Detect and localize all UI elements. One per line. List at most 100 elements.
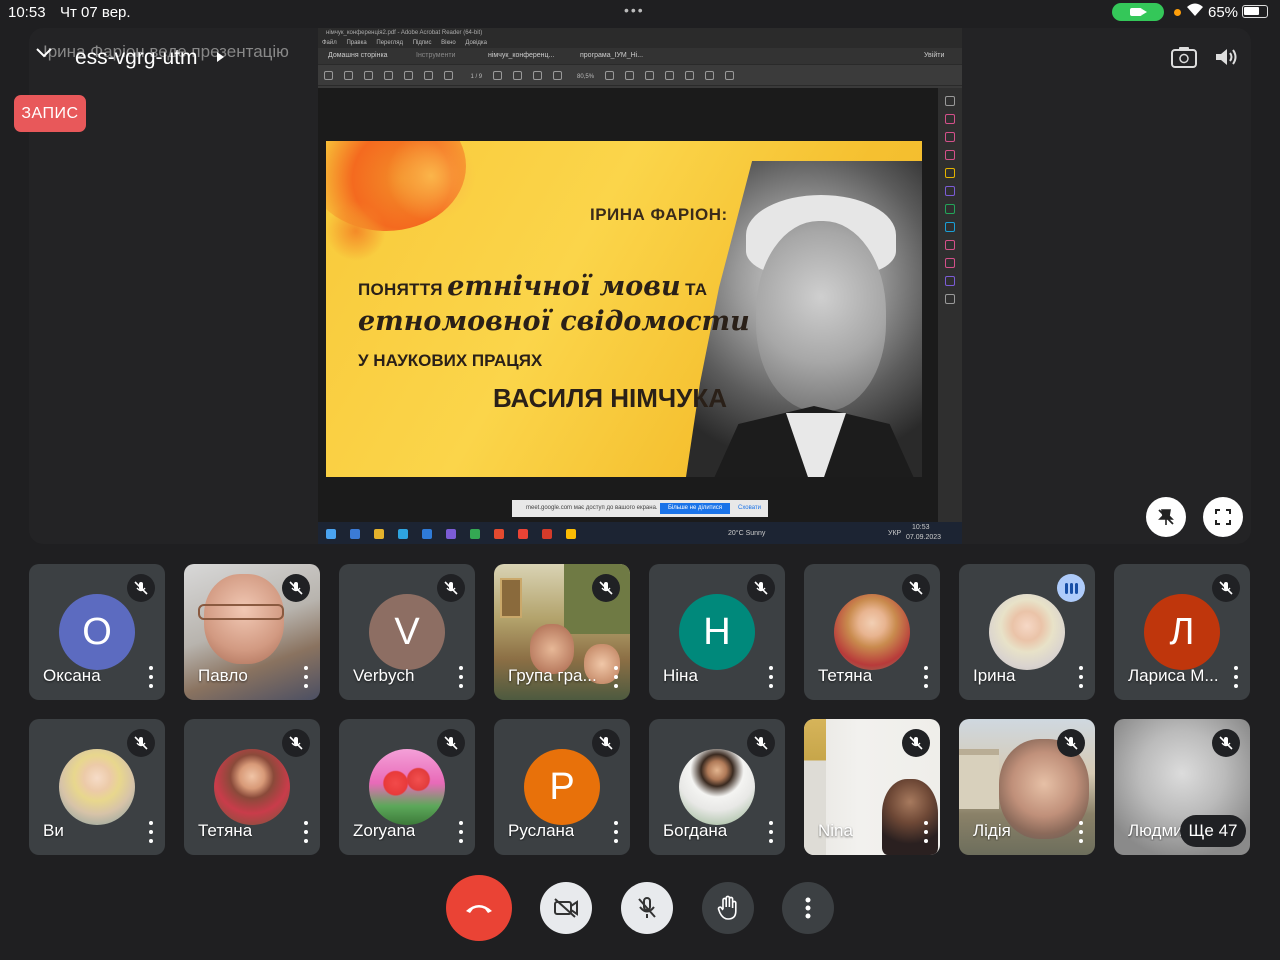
tab-home: Домашня сторінка bbox=[328, 52, 388, 59]
mic-off-icon bbox=[902, 729, 930, 757]
participant-tile[interactable]: Н Ніна bbox=[649, 564, 785, 700]
avatar: О bbox=[59, 594, 135, 670]
mic-off-icon bbox=[592, 574, 620, 602]
participant-tile[interactable]: V Verbych bbox=[339, 564, 475, 700]
participant-tile[interactable]: Nina bbox=[804, 719, 940, 855]
chevron-down-icon[interactable] bbox=[35, 46, 53, 64]
more-options-icon[interactable] bbox=[1232, 666, 1240, 688]
acrobat-tab-bar: Домашня сторінка Інструменти німчук_конф… bbox=[318, 48, 962, 64]
speaker-icon[interactable] bbox=[1213, 46, 1239, 74]
more-options-icon[interactable] bbox=[457, 666, 465, 688]
participant-tile[interactable]: Тетяна bbox=[184, 719, 320, 855]
slide-line-4: ВАСИЛЯ НІМЧУКА bbox=[493, 383, 727, 413]
participant-tile[interactable]: Тетяна bbox=[804, 564, 940, 700]
more-options-button[interactable] bbox=[782, 882, 834, 934]
more-options-icon[interactable] bbox=[457, 821, 465, 843]
shared-screen: німчук_конференція2.pdf - Adobe Acrobat … bbox=[318, 28, 962, 544]
more-participants-button[interactable]: Ще 47 bbox=[1180, 815, 1246, 847]
mic-off-icon bbox=[747, 574, 775, 602]
camera-off-button[interactable] bbox=[540, 882, 592, 934]
mic-off-icon bbox=[282, 574, 310, 602]
more-options-icon[interactable] bbox=[1077, 666, 1085, 688]
menu-window: Вікно bbox=[441, 40, 456, 46]
meeting-code[interactable]: ess-vgrg-utm bbox=[75, 46, 198, 70]
participant-name: Nina bbox=[818, 821, 853, 840]
mic-off-icon bbox=[1212, 729, 1240, 757]
avatar bbox=[834, 594, 910, 670]
mic-off-icon bbox=[1057, 729, 1085, 757]
menu-help: Довідка bbox=[465, 40, 488, 46]
hang-up-button[interactable] bbox=[446, 875, 512, 941]
ios-status-bar: 10:53 Чт 07 вер. ••• 65% bbox=[0, 0, 1280, 24]
menu-view: Перегляд bbox=[376, 40, 404, 46]
participant-tile[interactable]: Павло bbox=[184, 564, 320, 700]
more-options-icon[interactable] bbox=[1077, 821, 1085, 843]
presentation-stage: німчук_конференція2.pdf - Adobe Acrobat … bbox=[29, 28, 1251, 544]
status-time: 10:53 bbox=[8, 4, 46, 21]
participant-tile[interactable]: Zoryana bbox=[339, 719, 475, 855]
switch-camera-icon[interactable] bbox=[1171, 46, 1197, 74]
more-options-icon[interactable] bbox=[922, 821, 930, 843]
more-options-icon[interactable] bbox=[922, 666, 930, 688]
participant-tile[interactable]: О Оксана bbox=[29, 564, 165, 700]
mic-off-icon bbox=[437, 729, 465, 757]
participant-tile[interactable]: Л Лариса М... bbox=[1114, 564, 1250, 700]
more-options-icon[interactable] bbox=[147, 666, 155, 688]
call-controls bbox=[0, 874, 1280, 944]
participant-tile[interactable]: Ірина bbox=[959, 564, 1095, 700]
avatar: Р bbox=[524, 749, 600, 825]
fullscreen-icon[interactable] bbox=[1203, 497, 1243, 537]
acrobat-right-tools bbox=[938, 88, 962, 522]
avatar: Н bbox=[679, 594, 755, 670]
mic-in-use-icon bbox=[1174, 9, 1181, 16]
participant-tile[interactable]: Лідія bbox=[959, 719, 1095, 855]
caret-right-icon[interactable] bbox=[217, 52, 224, 62]
participant-tile[interactable]: Група гра... bbox=[494, 564, 630, 700]
unpin-icon[interactable] bbox=[1146, 497, 1186, 537]
mic-off-button[interactable] bbox=[621, 882, 673, 934]
acrobat-toolbar: 1 / 9 80,5% bbox=[318, 64, 962, 86]
participant-name: Оксана bbox=[43, 666, 101, 685]
mic-off-icon bbox=[902, 574, 930, 602]
menu-sign: Підпис bbox=[412, 40, 432, 46]
raise-hand-button[interactable] bbox=[702, 882, 754, 934]
participant-tile[interactable]: Богдана bbox=[649, 719, 785, 855]
screen-share-notice: meet.google.com має доступ до вашого екр… bbox=[512, 500, 768, 517]
participant-tile[interactable]: Р Руслана bbox=[494, 719, 630, 855]
mic-off-icon bbox=[127, 729, 155, 757]
avatar bbox=[989, 594, 1065, 670]
participant-name: Богдана bbox=[663, 821, 728, 840]
recording-badge: ЗАПИС bbox=[14, 95, 86, 132]
avatar bbox=[369, 749, 445, 825]
mic-off-icon bbox=[592, 729, 620, 757]
participant-name: Тетяна bbox=[818, 666, 873, 685]
participant-tile[interactable]: Людмила Ще 47 bbox=[1114, 719, 1250, 855]
slide-line-1: ПОНЯТТЯ етнічної мови ТА bbox=[358, 271, 708, 302]
more-options-icon[interactable] bbox=[302, 821, 310, 843]
participant-name: Ніна bbox=[663, 666, 698, 685]
avatar bbox=[214, 749, 290, 825]
more-options-icon[interactable] bbox=[767, 821, 775, 843]
mic-off-icon bbox=[1212, 574, 1240, 602]
more-options-icon[interactable] bbox=[612, 666, 620, 688]
more-options-icon[interactable] bbox=[767, 666, 775, 688]
more-options-icon[interactable] bbox=[302, 666, 310, 688]
battery-percent: 65% bbox=[1208, 4, 1239, 21]
taskbar-date: 07.09.2023 bbox=[906, 534, 942, 541]
wifi-icon bbox=[1186, 3, 1204, 20]
multitasking-dots-icon[interactable]: ••• bbox=[624, 2, 645, 18]
acrobat-window-title: німчук_конференція2.pdf - Adobe Acrobat … bbox=[318, 28, 962, 38]
participant-tile[interactable]: Ви bbox=[29, 719, 165, 855]
participant-name: Лідія bbox=[973, 821, 1011, 840]
participant-name: Ви bbox=[43, 821, 64, 840]
page-counter: 1 / 9 bbox=[470, 74, 483, 80]
avatar bbox=[59, 749, 135, 825]
slide-author: ІРИНА ФАРІОН: bbox=[590, 205, 728, 224]
more-options-icon[interactable] bbox=[147, 821, 155, 843]
speaking-indicator-icon bbox=[1057, 574, 1085, 602]
tab-tools: Інструменти bbox=[416, 52, 456, 59]
menu-edit: Правка bbox=[346, 40, 367, 46]
more-options-icon[interactable] bbox=[612, 821, 620, 843]
taskbar-lang: УКР bbox=[888, 530, 902, 537]
hide-notice-link: Сховати bbox=[738, 505, 762, 511]
